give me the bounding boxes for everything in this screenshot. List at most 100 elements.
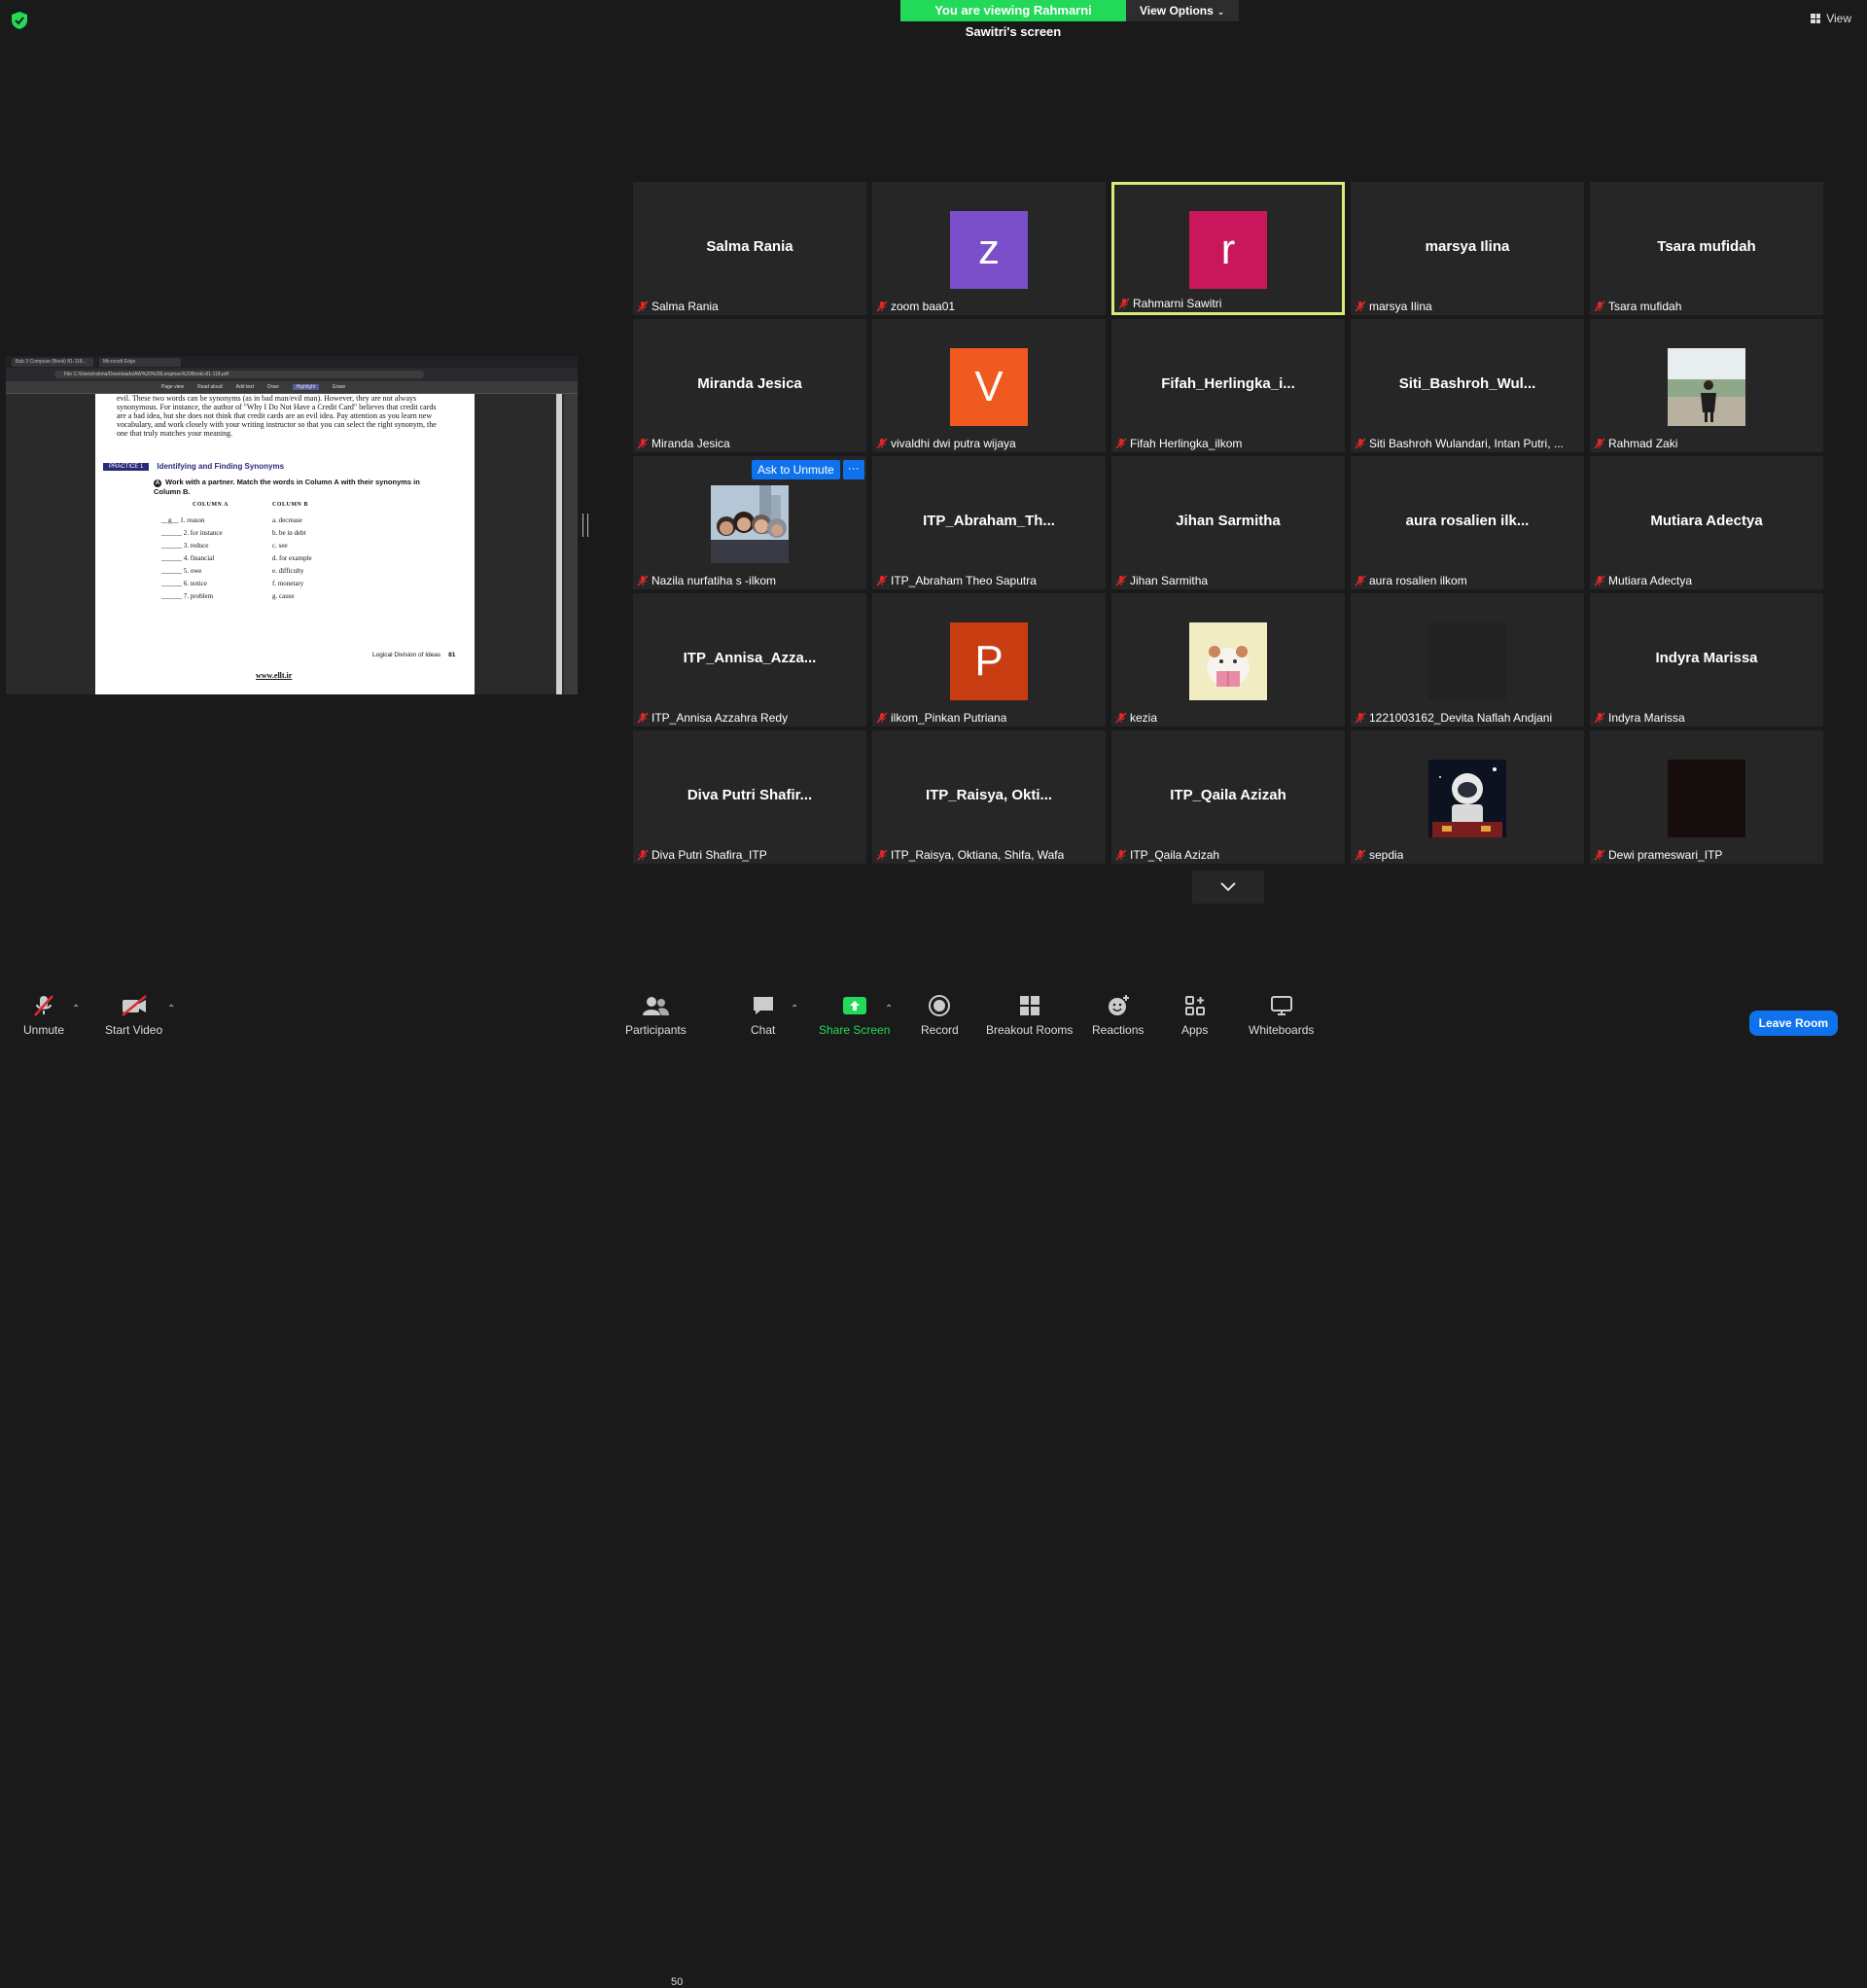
start-video-button[interactable]: Start Video bbox=[105, 994, 162, 1037]
participant-gallery: Salma Rania Salma Rania z zoom baa01 r Rahmar… bbox=[633, 182, 1823, 864]
share-options-caret-icon[interactable]: ⌃ bbox=[885, 1004, 893, 1014]
participant-name-label: Miranda Jesica bbox=[637, 437, 730, 450]
participant-display-name: Fifah_Herlingka_i... bbox=[1161, 375, 1295, 392]
participant-tile[interactable]: ITP_Abraham_Th... ITP_Abraham Theo Saputr… bbox=[872, 456, 1106, 589]
participant-tile[interactable]: Jihan Sarmitha Jihan Sarmitha bbox=[1111, 456, 1345, 589]
participant-display-name: ITP_Raisya, Okti... bbox=[925, 787, 1053, 803]
view-layout-button[interactable]: View bbox=[1811, 12, 1851, 25]
footer-url: www.ellt.ir bbox=[256, 671, 293, 680]
view-options-label: View Options bbox=[1140, 4, 1214, 18]
participant-display-name: marsya Ilina bbox=[1425, 238, 1510, 255]
column-b-item: a. decrease bbox=[272, 516, 302, 524]
video-options-caret-icon[interactable]: ⌃ bbox=[167, 1004, 175, 1014]
participant-name: 1221003162_Devita Naflah Andjani bbox=[1369, 711, 1553, 725]
more-options-button[interactable]: ··· bbox=[842, 460, 864, 479]
participant-tile[interactable]: ITP_Annisa_Azza... ITP_Annisa Azzahra Red… bbox=[633, 593, 866, 727]
participant-avatar: r bbox=[1189, 211, 1267, 289]
participant-display-name: Mutiara Adectya bbox=[1650, 513, 1763, 529]
participant-tile[interactable]: Mutiara Adectya Mutiara Adectya bbox=[1590, 456, 1823, 589]
reactions-button[interactable]: Reactions bbox=[1092, 994, 1144, 1037]
share-screen-label: Share Screen bbox=[819, 1023, 891, 1037]
participant-tile[interactable]: aura rosalien ilk... aura rosalien ilkom bbox=[1351, 456, 1584, 589]
microphone-muted-icon bbox=[34, 995, 53, 1016]
whiteboards-label: Whiteboards bbox=[1249, 1023, 1315, 1037]
participant-tile[interactable]: Diva Putri Shafir... Diva Putri Shafira_I… bbox=[633, 730, 866, 864]
participant-name-label: Fifah Herlingka_ilkom bbox=[1115, 437, 1242, 450]
participant-tile[interactable]: sepdia bbox=[1351, 730, 1584, 864]
participant-name-label: Dewi prameswari_ITP bbox=[1594, 848, 1722, 862]
shared-pdf-toolbar: Page view Read aloud Add text Draw Highl… bbox=[6, 381, 578, 394]
shared-screen-view[interactable]: Bab 3 Compose (Book) 81-118... Microsoft… bbox=[6, 356, 578, 694]
participant-display-name: ITP_Annisa_Azza... bbox=[683, 650, 817, 666]
record-button[interactable]: Record bbox=[921, 994, 959, 1037]
whiteboards-button[interactable]: Whiteboards bbox=[1249, 994, 1314, 1037]
participant-tile[interactable]: Ask to Unmute ··· Nazila nurfatiha s -ilko… bbox=[633, 456, 866, 589]
participant-tile[interactable]: Siti_Bashroh_Wul... Siti Bashroh Wulandar… bbox=[1351, 319, 1584, 452]
unmute-button[interactable]: Unmute bbox=[23, 994, 64, 1037]
participant-tile[interactable]: Fifah_Herlingka_i... Fifah Herlingka_ilko… bbox=[1111, 319, 1345, 452]
participant-photo bbox=[1189, 622, 1267, 700]
participant-name-label: Siti Bashroh Wulandari, Intan Putri, ... bbox=[1355, 437, 1564, 450]
participants-button[interactable]: Participants bbox=[625, 994, 687, 1037]
microphone-muted-icon bbox=[1594, 301, 1605, 312]
ask-to-unmute-button[interactable]: Ask to Unmute bbox=[752, 460, 840, 479]
shared-tool: Draw bbox=[267, 384, 279, 390]
participant-name-label: ilkom_Pinkan Putriana bbox=[876, 711, 1006, 725]
microphone-muted-icon bbox=[1115, 438, 1127, 449]
participant-tile[interactable]: Salma Rania Salma Rania bbox=[633, 182, 866, 315]
participant-tile[interactable]: Rahmad Zaki bbox=[1590, 319, 1823, 452]
participant-tile[interactable]: kezia bbox=[1111, 593, 1345, 727]
participant-tile[interactable]: Pilkom_Pinkan Putriana bbox=[872, 593, 1106, 727]
microphone-muted-icon bbox=[637, 301, 649, 312]
participant-tile[interactable]: Tsara mufidah Tsara mufidah bbox=[1590, 182, 1823, 315]
share-screen-button[interactable]: Share Screen bbox=[819, 994, 890, 1037]
participant-tile[interactable]: z zoom baa01 bbox=[872, 182, 1106, 315]
participant-tile[interactable]: Indyra Marissa Indyra Marissa bbox=[1590, 593, 1823, 727]
participant-name: ilkom_Pinkan Putriana bbox=[891, 711, 1007, 725]
chat-button[interactable]: Chat bbox=[751, 994, 775, 1037]
page-footer: Logical Division of Ideas 81 bbox=[372, 652, 455, 658]
participant-name: Siti Bashroh Wulandari, Intan Putri, ... bbox=[1369, 437, 1564, 450]
microphone-muted-icon bbox=[637, 438, 649, 449]
audio-options-caret-icon[interactable]: ⌃ bbox=[72, 1004, 80, 1014]
shared-tool: Read aloud bbox=[197, 384, 223, 390]
participant-tile[interactable]: ITP_Qaila Azizah ITP_Qaila Azizah bbox=[1111, 730, 1345, 864]
microphone-muted-icon bbox=[1594, 575, 1605, 586]
column-b-item: c. see bbox=[272, 542, 288, 550]
next-page-button[interactable] bbox=[1192, 870, 1264, 904]
column-a-item: ______ 3. reduce bbox=[161, 542, 209, 550]
participant-name: Mutiara Adectya bbox=[1608, 574, 1693, 587]
participant-name: Indyra Marissa bbox=[1608, 711, 1685, 725]
microphone-muted-icon bbox=[1594, 849, 1605, 861]
participant-tile[interactable]: Dewi prameswari_ITP bbox=[1590, 730, 1823, 864]
share-screen-icon bbox=[842, 997, 866, 1014]
column-b-item: b. be in debt bbox=[272, 529, 306, 537]
split-resize-handle[interactable] bbox=[582, 514, 588, 537]
security-shield-icon[interactable] bbox=[12, 12, 27, 29]
column-a-item: __g__ 1. reason bbox=[161, 516, 205, 524]
breakout-rooms-button[interactable]: Breakout Rooms bbox=[986, 994, 1073, 1037]
participant-name-label: Indyra Marissa bbox=[1594, 711, 1685, 725]
apps-button[interactable]: Apps bbox=[1181, 994, 1208, 1037]
microphone-muted-icon bbox=[1355, 301, 1366, 312]
participant-tile[interactable]: marsya Ilina marsya Ilina bbox=[1351, 182, 1584, 315]
participant-tile[interactable]: ITP_Raisya, Okti... ITP_Raisya, Oktiana, … bbox=[872, 730, 1106, 864]
record-label: Record bbox=[921, 1023, 959, 1037]
participant-tile[interactable]: Vvivaldhi dwi putra wijaya bbox=[872, 319, 1106, 452]
apps-icon bbox=[1184, 996, 1205, 1015]
practice-heading: PRACTICE 1 Identifying and Finding Synon… bbox=[103, 462, 284, 471]
pdf-page: evil. These two words can be synonyms (a… bbox=[95, 394, 475, 694]
participant-display-name: ITP_Abraham_Th... bbox=[923, 513, 1055, 529]
participant-tile[interactable]: Miranda Jesica Miranda Jesica bbox=[633, 319, 866, 452]
chat-options-caret-icon[interactable]: ⌃ bbox=[791, 1004, 798, 1014]
column-a-item: ______ 7. problem bbox=[161, 592, 214, 600]
participant-name: marsya Ilina bbox=[1369, 300, 1432, 313]
participant-tile[interactable]: 1221003162_Devita Naflah Andjani bbox=[1351, 593, 1584, 727]
view-options-button[interactable]: View Options ⌄ bbox=[1126, 0, 1239, 21]
column-b-item: e. difficulty bbox=[272, 567, 304, 575]
leave-room-button[interactable]: Leave Room bbox=[1748, 1011, 1838, 1036]
microphone-muted-icon bbox=[876, 849, 888, 861]
participant-tile[interactable]: r Rahmarni Sawitri bbox=[1111, 182, 1345, 315]
microphone-muted-icon bbox=[1355, 712, 1366, 724]
grid-view-icon bbox=[1811, 14, 1821, 23]
